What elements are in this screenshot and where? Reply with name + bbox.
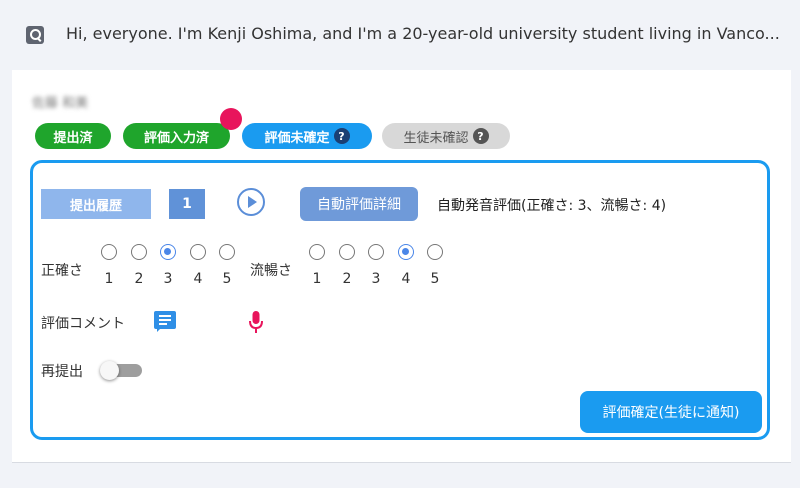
accuracy-option-label: 3 [163, 271, 173, 287]
help-icon[interactable]: ? [472, 128, 489, 144]
status-badge-submitted: 提出済 [35, 123, 111, 149]
accuracy-option-label: 1 [104, 271, 114, 287]
status-badge-label: 評価入力済 [143, 130, 209, 146]
accuracy-label: 正確さ [41, 263, 83, 279]
auto-eval-result: 自動発音評価(正確さ: 3、流暢さ: 4) [437, 198, 667, 214]
auto-eval-detail-button[interactable]: 自動評価詳細 [300, 187, 418, 221]
fluency-option-label: 3 [371, 271, 381, 287]
submission-history-button[interactable]: 提出履歴 [41, 189, 151, 219]
accuracy-radio-1[interactable] [101, 244, 117, 260]
student-name: 佐藤 和美 [32, 96, 89, 111]
microphone-icon[interactable] [248, 310, 264, 334]
status-badge-label: 評価未確定 [264, 130, 330, 146]
fluency-option-label: 2 [342, 271, 352, 287]
status-badge-unconfirmed: 評価未確定 ? [242, 123, 372, 149]
fluency-radio-3[interactable] [368, 244, 384, 260]
fluency-option-label: 5 [430, 271, 440, 287]
question-text: Hi, everyone. I'm Kenji Oshima, and I'm … [66, 24, 780, 43]
fluency-radio-1[interactable] [309, 244, 325, 260]
status-badge-student-unchecked: 生徒未確認 ? [382, 123, 510, 149]
comment-label: 評価コメント [41, 316, 125, 332]
fluency-radio-5[interactable] [427, 244, 443, 260]
help-icon[interactable]: ? [333, 128, 350, 144]
accuracy-option-label: 2 [134, 271, 144, 287]
accuracy-radio-5[interactable] [219, 244, 235, 260]
resubmit-toggle[interactable] [100, 361, 142, 380]
top-bar: Hi, everyone. I'm Kenji Oshima, and I'm … [0, 0, 800, 70]
accuracy-radio-3[interactable] [160, 244, 176, 260]
fluency-radio-2[interactable] [339, 244, 355, 260]
status-badge-label: 生徒未確認 [403, 130, 469, 146]
accuracy-option-label: 5 [222, 271, 232, 287]
fluency-option-label: 1 [312, 271, 322, 287]
accuracy-option-label: 4 [193, 271, 203, 287]
fluency-radio-4[interactable] [398, 244, 414, 260]
status-badge-evaluated: 評価入力済 [123, 123, 230, 149]
fluency-label: 流暢さ [250, 263, 292, 279]
accuracy-radio-2[interactable] [131, 244, 147, 260]
accuracy-radio-4[interactable] [190, 244, 206, 260]
confirm-evaluation-button[interactable]: 評価確定(生徒に通知) [580, 391, 762, 433]
resubmit-label: 再提出 [41, 364, 83, 380]
play-icon[interactable] [237, 188, 265, 216]
status-badge-label: 提出済 [53, 130, 93, 146]
notification-dot [220, 108, 242, 130]
search-icon[interactable] [26, 26, 44, 44]
submission-number[interactable]: 1 [169, 189, 205, 219]
comment-icon[interactable] [154, 311, 176, 332]
fluency-option-label: 4 [401, 271, 411, 287]
